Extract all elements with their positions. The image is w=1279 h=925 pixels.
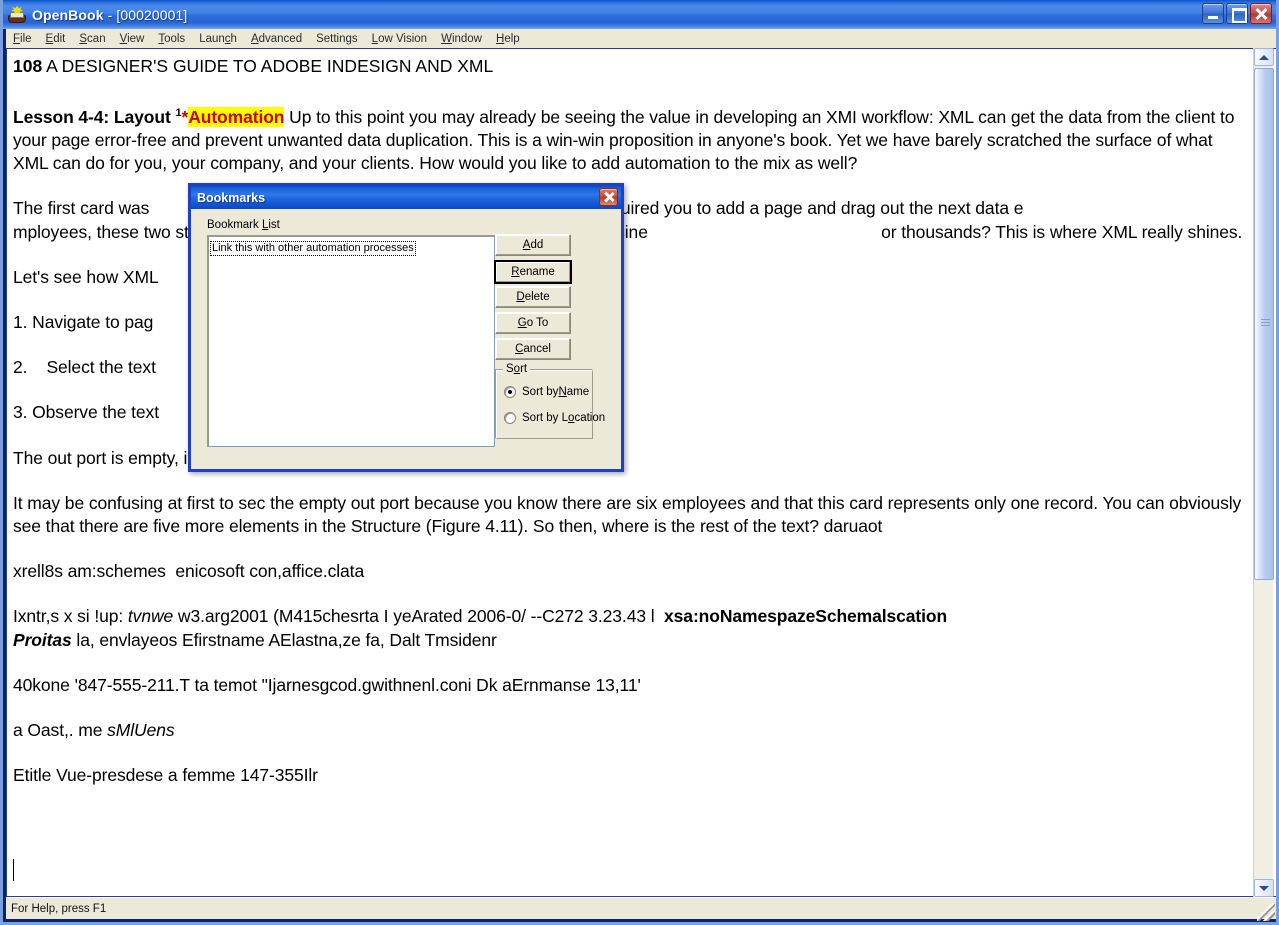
- menu-item-window[interactable]: Window: [434, 31, 489, 47]
- sort-by-name-hotkey: N: [558, 386, 567, 398]
- window-app-name: OpenBook: [32, 6, 104, 23]
- paragraph-ocr-phone: 40kone '847-555-211.T ta temot "Ijarnesg…: [13, 674, 641, 695]
- menu-item-low-vision[interactable]: Low Vision: [365, 31, 434, 47]
- scroll-thumb[interactable]: [1254, 68, 1274, 580]
- statusbar: For Help, press F1: [6, 897, 1276, 919]
- goto-button-hotkey: G: [517, 317, 527, 329]
- sort-by-name-label-post: ame: [566, 386, 590, 398]
- paragraph-ocr-oast: a Oast,. me sMlUens: [13, 719, 1249, 742]
- ocr-line2-bolditalic: Proitas: [13, 629, 72, 650]
- scroll-up-icon[interactable]: [1254, 48, 1274, 66]
- bookmark-list-label-pre: Bookmark: [207, 219, 262, 231]
- highlighted-word: Automation: [188, 106, 285, 127]
- cancel-button[interactable]: Cancel: [495, 338, 571, 360]
- openbook-icon: [7, 5, 27, 25]
- bookmark-listbox[interactable]: Link this with other automation processe…: [207, 235, 495, 447]
- menu-item-view[interactable]: View: [113, 31, 152, 47]
- sort-by-name-label-pre: Sort by: [522, 386, 559, 398]
- paragraph-confusing: It may be confusing at first to sec the …: [13, 492, 1246, 537]
- cancel-button-hotkey: C: [515, 343, 524, 355]
- bookmark-list-label-post: ist: [268, 219, 280, 231]
- maximize-button[interactable]: [1226, 3, 1248, 24]
- sort-legend-pre: S: [506, 363, 514, 375]
- ocr-line2-rest: la, envlayeos Efirstname AElastna,ze fa,…: [71, 629, 497, 650]
- scroll-thumb-grip: [1261, 319, 1270, 329]
- page-number: 108: [13, 56, 43, 76]
- paragraph-ocr-etitle: Etitle Vue-presdese a femme 147-355Ilr: [13, 765, 318, 786]
- sort-groupbox-legend: Sort: [503, 363, 531, 375]
- sort-legend-post: rt: [520, 363, 528, 375]
- text-caret: [13, 859, 14, 881]
- ocr-line1-b: w3.arg2001 (M415chesrta I yeArated 2006-…: [173, 606, 665, 627]
- close-icon[interactable]: [599, 188, 618, 206]
- window-titlebar[interactable]: OpenBook - [00020001]: [3, 0, 1276, 29]
- add-button[interactable]: Add: [495, 234, 571, 256]
- scroll-down-icon[interactable]: [1254, 879, 1274, 897]
- close-button[interactable]: [1250, 3, 1272, 24]
- bookmarks-dialog: Bookmarks Bookmark List Link this with o…: [188, 183, 624, 472]
- sort-by-name-radio[interactable]: Sort by Name: [504, 386, 589, 398]
- sort-groupbox: Sort Sort by Name Sort by Lo cation: [495, 363, 605, 439]
- lesson-heading: Lesson 4-4: Layout: [13, 106, 176, 127]
- paragraph-ocr-namespace: Ixntr,s x si !up: tvnwe w3.arg2001 (M415…: [13, 605, 1249, 651]
- bookmark-list-label: Bookmark List: [207, 219, 280, 231]
- menu-item-advanced[interactable]: Advanced: [244, 31, 309, 47]
- dialog-title: Bookmarks: [197, 190, 266, 205]
- sort-by-location-label-post: cation: [574, 412, 606, 424]
- cancel-button-label: ancel: [523, 343, 551, 355]
- menu-item-settings[interactable]: Settings: [309, 31, 365, 47]
- goto-button[interactable]: Go To: [495, 312, 571, 334]
- application-window: OpenBook - [00020001] File Edit Scan Vie…: [0, 0, 1279, 925]
- add-button-hotkey: A: [522, 239, 531, 251]
- window-document-name: [00020001]: [116, 6, 188, 23]
- resize-grip[interactable]: [1257, 903, 1275, 921]
- menu-item-file[interactable]: File: [6, 31, 39, 47]
- delete-button[interactable]: Delete: [495, 286, 571, 308]
- ocr-line4-a: a Oast,. me: [13, 720, 108, 741]
- menu-item-scan[interactable]: Scan: [72, 31, 112, 47]
- menu-item-launch[interactable]: Launch: [192, 31, 244, 47]
- rename-button-label: ename: [519, 266, 555, 278]
- radio-unselected-icon: [504, 412, 516, 424]
- rename-button-hotkey: R: [511, 266, 520, 278]
- menu-item-help[interactable]: Help: [489, 31, 527, 47]
- vertical-scrollbar[interactable]: [1253, 48, 1274, 897]
- ocr-line1-bold: xsa:noNamespazeSchemalscation: [664, 606, 948, 627]
- ocr-line1-a: Ixntr,s x si !up:: [13, 606, 128, 627]
- list-item[interactable]: Link this with other automation processe…: [210, 241, 416, 256]
- delete-button-hotkey: D: [516, 291, 525, 303]
- sort-by-location-label-pre: Sort by L: [522, 412, 569, 424]
- add-button-label: dd: [530, 239, 544, 251]
- sort-by-location-radio[interactable]: Sort by Lo cation: [504, 412, 605, 424]
- menubar: File Edit Scan View Tools Launch Advance…: [6, 29, 1276, 48]
- document-client-area[interactable]: 108 A DESIGNER'S GUIDE TO ADOBE INDESIGN…: [6, 48, 1276, 897]
- dialog-titlebar[interactable]: Bookmarks: [191, 186, 621, 209]
- paragraph-ocr-schemes: xrell8s am:schemes enicosoft con,affice.…: [13, 561, 365, 582]
- goto-button-label: o To: [526, 317, 549, 329]
- minimize-button[interactable]: [1202, 3, 1224, 24]
- menu-item-edit[interactable]: Edit: [39, 31, 73, 47]
- delete-button-label: elete: [524, 291, 550, 303]
- running-title: A DESIGNER'S GUIDE TO ADOBE INDESIGN AND…: [42, 56, 494, 76]
- ocr-line1-italic: tvnwe: [127, 606, 174, 627]
- rename-button[interactable]: Rename: [494, 260, 572, 284]
- window-controls: [1202, 3, 1272, 24]
- lesson-paragraph: Lesson 4-4: Layout 1*Automation Up to th…: [13, 102, 1249, 175]
- document-text-view[interactable]: 108 A DESIGNER'S GUIDE TO ADOBE INDESIGN…: [7, 49, 1257, 896]
- statusbar-message: For Help, press F1: [11, 902, 107, 915]
- page-running-header: 108 A DESIGNER'S GUIDE TO ADOBE INDESIGN…: [13, 55, 1249, 78]
- ocr-line4-italic: sMlUens: [107, 720, 175, 741]
- radio-selected-icon: [504, 386, 516, 398]
- window-title: OpenBook - [00020001]: [32, 6, 188, 23]
- menu-item-tools[interactable]: Tools: [151, 31, 192, 47]
